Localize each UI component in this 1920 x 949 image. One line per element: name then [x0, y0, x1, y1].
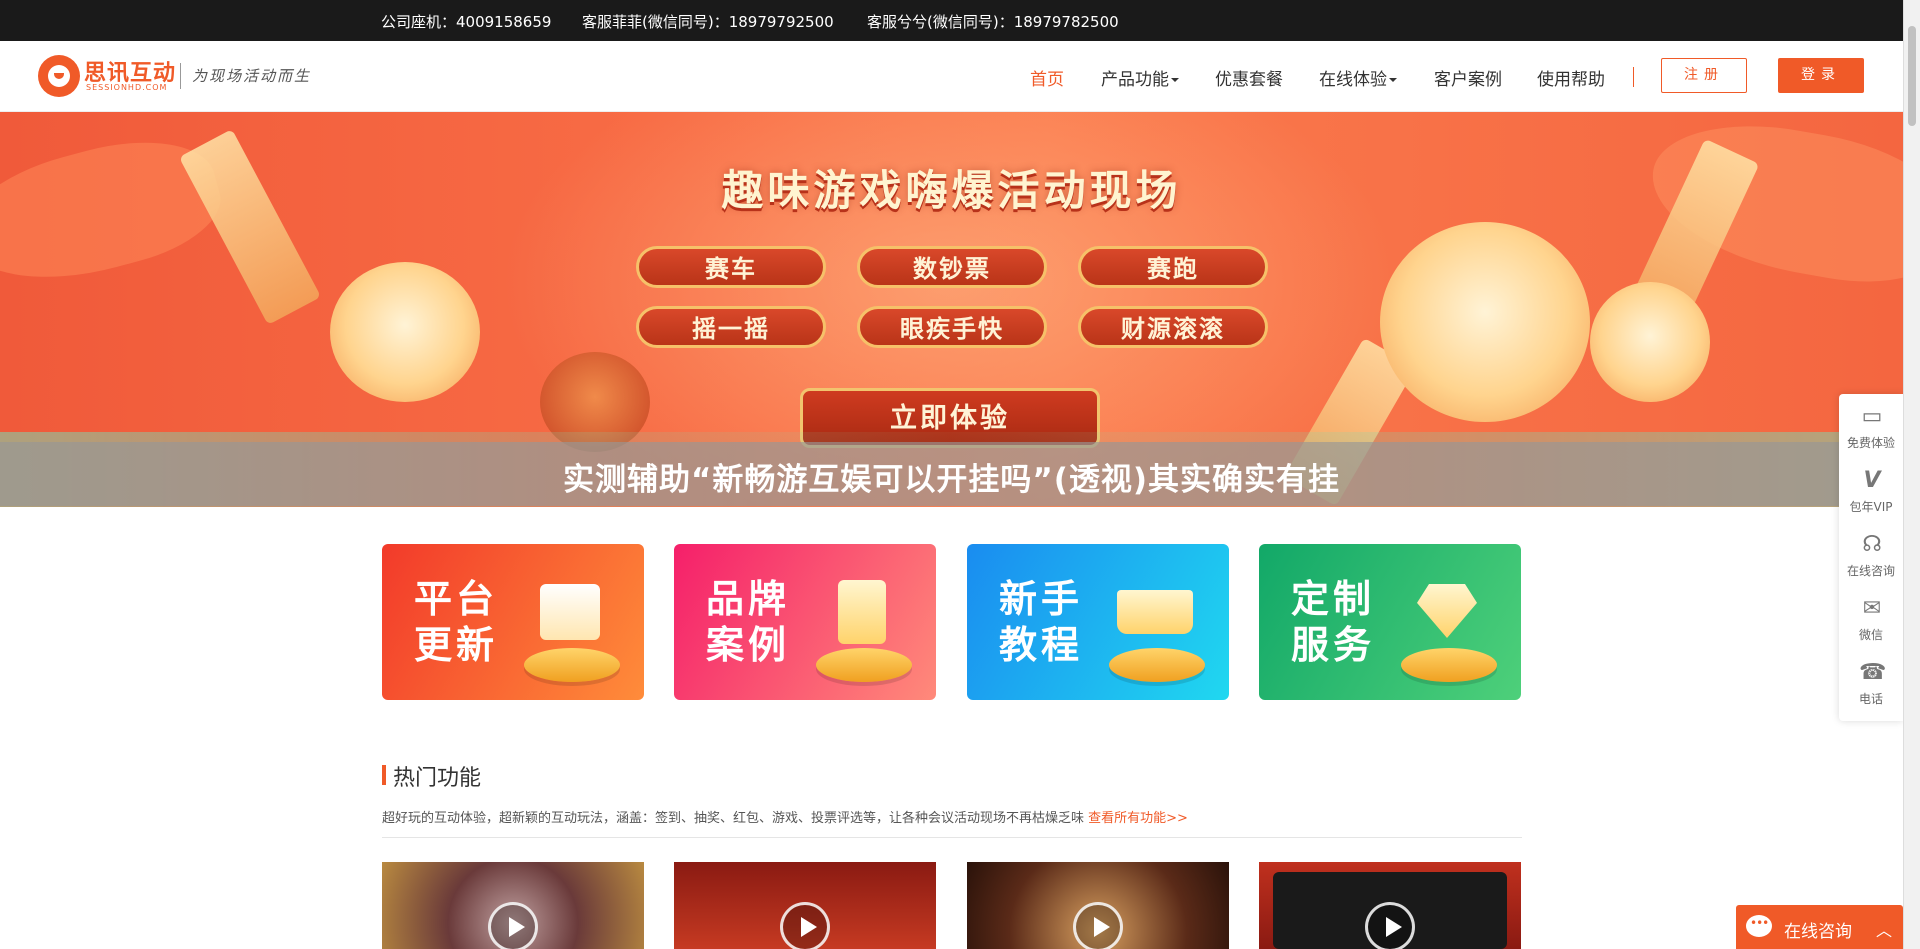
sidebar-wechat[interactable]: ✉ 微信: [1839, 586, 1903, 650]
nav-online-demo-label: 在线体验: [1319, 70, 1387, 90]
book-icon: [1117, 590, 1193, 634]
card-brand-cases[interactable]: 品牌 案例: [674, 544, 936, 700]
nav-cases[interactable]: 客户案例: [1434, 65, 1502, 90]
nav-help-label: 使用帮助: [1537, 70, 1605, 90]
feature-video-thumbnail[interactable]: [1259, 862, 1521, 949]
play-icon[interactable]: [1073, 902, 1123, 949]
feature-video-thumbnail[interactable]: [967, 862, 1229, 949]
top-contact-bar: 公司座机：4009158659 客服菲菲(微信同号)：18979792500 客…: [0, 0, 1903, 41]
phone-icon: ☎: [1859, 660, 1887, 685]
game-tag-running: 赛跑: [1078, 246, 1268, 288]
service-contact-1: 客服菲菲(微信同号)：18979792500: [582, 13, 834, 31]
game-tag-racing: 赛车: [636, 246, 826, 288]
sidebar-consult[interactable]: ☊ 在线咨询: [1839, 522, 1903, 586]
wechat-icon: ✉: [1862, 596, 1882, 621]
pedestal-icon: [1401, 648, 1497, 682]
section-description-text: 超好玩的互动体验，超新颖的互动玩法，涵盖：签到、抽奖、红包、游戏、投票评选等，让…: [382, 811, 1085, 826]
nav-packages[interactable]: 优惠套餐: [1215, 65, 1283, 90]
game-tag-fortune: 财源滚滚: [1078, 306, 1268, 348]
card-label-line2: 教程: [999, 623, 1084, 667]
page-overlay-title: 实测辅助“新畅游互娱可以开挂吗”(透视)其实确实有挂: [562, 462, 1341, 498]
sidebar-vip-label: 包年VIP: [1849, 500, 1893, 514]
online-chat-label: 在线咨询: [1784, 922, 1852, 942]
logo-domain: SESSIONHD.COM: [86, 83, 168, 92]
lion-mascot-left: [330, 262, 480, 402]
card-label: 品牌 案例: [706, 576, 790, 668]
company-phone: 公司座机：4009158659: [381, 13, 552, 31]
sidebar-phone[interactable]: ☎ 电话: [1839, 650, 1903, 714]
card-platform-updates[interactable]: 平台 更新: [382, 544, 644, 700]
view-all-features-link[interactable]: 查看所有功能>>: [1088, 811, 1188, 826]
card-label-line1: 新手: [999, 577, 1084, 621]
sidebar-phone-label: 电话: [1858, 692, 1883, 706]
caret-down-icon: [1171, 78, 1179, 82]
register-button[interactable]: 注册: [1661, 58, 1747, 93]
section-description: 超好玩的互动体验，超新颖的互动玩法，涵盖：签到、抽奖、红包、游戏、投票评选等，让…: [382, 807, 1188, 826]
logo-slogan: 为现场活动而生: [192, 67, 312, 85]
card-label-line2: 更新: [414, 623, 499, 667]
pedestal-icon: [816, 648, 912, 682]
scrollbar-thumb[interactable]: [1908, 26, 1916, 126]
diamond-icon: [1417, 584, 1477, 638]
sidebar-vip[interactable]: V 包年VIP: [1839, 458, 1903, 522]
sidebar-consult-label: 在线咨询: [1846, 564, 1895, 578]
nav-divider: [1633, 67, 1634, 87]
section-title: 热门功能: [393, 766, 482, 791]
game-tag-quick-hands: 眼疾手快: [857, 306, 1047, 348]
pedestal-icon: [1109, 648, 1205, 682]
play-icon[interactable]: [488, 902, 538, 949]
site-header: 思讯互动 SESSIONHD.COM 为现场活动而生 首页 产品功能 优惠套餐 …: [0, 41, 1903, 112]
card-label-line2: 服务: [1291, 623, 1376, 667]
card-label: 平台 更新: [414, 576, 498, 668]
nav-cases-label: 客户案例: [1434, 70, 1502, 90]
card-label-line1: 定制: [1291, 577, 1376, 621]
chat-bubble-icon: [1746, 915, 1772, 937]
lion-mascot-small: [1590, 282, 1710, 402]
floating-sidebar: ▭ 免费体验 V 包年VIP ☊ 在线咨询 ✉ 微信 ☎ 电话: [1839, 394, 1903, 721]
card-label: 定制 服务: [1291, 576, 1375, 668]
lion-logo-icon[interactable]: [38, 55, 80, 97]
service-contact-2: 客服兮兮(微信同号)：18979782500: [867, 13, 1119, 31]
sidebar-free-trial[interactable]: ▭ 免费体验: [1839, 394, 1903, 458]
sidebar-free-trial-label: 免费体验: [1846, 436, 1895, 450]
nav-help[interactable]: 使用帮助: [1537, 65, 1605, 90]
headset-icon: ☊: [1862, 532, 1882, 557]
section-accent-bar: [382, 765, 386, 785]
pedestal-icon: [524, 648, 620, 682]
play-icon[interactable]: [780, 902, 830, 949]
nav-packages-label: 优惠套餐: [1215, 70, 1283, 90]
vip-icon: V: [1863, 468, 1881, 493]
logo-divider: [180, 63, 181, 89]
nav-product-features-label: 产品功能: [1101, 70, 1169, 90]
play-icon[interactable]: [1365, 902, 1415, 949]
page-scrollbar[interactable]: [1903, 0, 1920, 949]
card-label-line1: 品牌: [706, 577, 791, 621]
card-beginner-tutorial[interactable]: 新手 教程: [967, 544, 1229, 700]
feature-video-thumbnail[interactable]: [382, 862, 644, 949]
calendar-icon: [540, 584, 600, 640]
lion-mascot-right: [1380, 222, 1590, 422]
section-divider: [382, 837, 1522, 838]
nav-home[interactable]: 首页: [1030, 65, 1064, 90]
card-label-line2: 案例: [706, 623, 791, 667]
nav-home-label: 首页: [1030, 70, 1064, 90]
online-chat-widget[interactable]: 在线咨询 ︿: [1736, 905, 1903, 949]
login-button[interactable]: 登录: [1778, 58, 1864, 93]
card-label: 新手 教程: [999, 576, 1083, 668]
nav-product-features[interactable]: 产品功能: [1101, 65, 1179, 90]
game-tag-shake: 摇一摇: [636, 306, 826, 348]
document-icon: [838, 580, 886, 644]
nav-online-demo[interactable]: 在线体验: [1319, 65, 1397, 90]
sidebar-wechat-label: 微信: [1858, 628, 1883, 642]
chevron-up-icon[interactable]: ︿: [1876, 917, 1892, 941]
banner-title: 趣味游戏嗨爆活动现场: [721, 166, 1182, 215]
game-tag-count-money: 数钞票: [857, 246, 1047, 288]
card-label-line1: 平台: [414, 577, 499, 621]
caret-down-icon: [1389, 78, 1397, 82]
card-custom-service[interactable]: 定制 服务: [1259, 544, 1521, 700]
monitor-icon: ▭: [1861, 404, 1883, 429]
feature-video-thumbnail[interactable]: [674, 862, 936, 949]
